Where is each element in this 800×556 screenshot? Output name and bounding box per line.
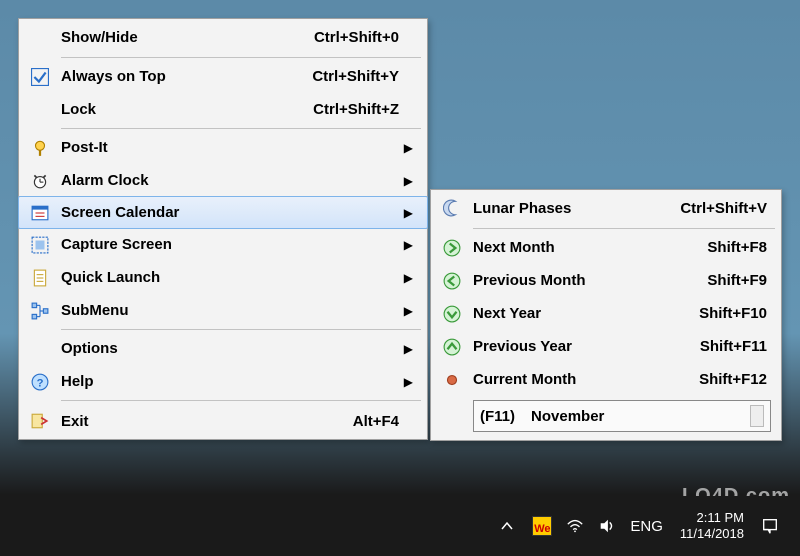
month-selector[interactable]: (F11) November (473, 400, 771, 432)
arrow-left-icon (431, 272, 473, 290)
svg-text:?: ? (37, 377, 44, 389)
menu-item-alarm-clock[interactable]: Alarm Clock ▶ (19, 164, 427, 197)
menu-label: Exit (61, 413, 333, 430)
menu-item-post-it[interactable]: Post-It ▶ (19, 131, 427, 164)
menu-item-capture-screen[interactable]: Capture Screen ▶ (19, 228, 427, 261)
menu-label: Next Year (473, 305, 679, 322)
menu-item-submenu[interactable]: SubMenu ▶ (19, 294, 427, 327)
tray-app-icon[interactable]: We (532, 516, 552, 536)
menu-item-options[interactable]: Options ▶ (19, 332, 427, 365)
taskbar-date: 11/14/2018 (680, 526, 744, 542)
submenu-arrow-icon: ▶ (399, 141, 413, 155)
calendar-icon (19, 204, 61, 222)
menu-shortcut: Ctrl+Shift+Z (313, 101, 399, 118)
tree-icon (19, 302, 61, 320)
screen-calendar-submenu: Lunar Phases Ctrl+Shift+V Next Month Shi… (430, 189, 782, 441)
dot-icon (431, 371, 473, 389)
volume-icon[interactable] (598, 517, 616, 535)
month-selector-key: (F11) (480, 408, 515, 425)
menu-label: Lunar Phases (473, 200, 660, 217)
submenu-item-previous-year[interactable]: Previous Year Shift+F11 (431, 330, 781, 363)
submenu-arrow-icon: ▶ (399, 206, 413, 220)
exit-icon (19, 412, 61, 430)
menu-item-quick-launch[interactable]: Quick Launch ▶ (19, 261, 427, 294)
tray-context-menu: Show/Hide Ctrl+Shift+0 Always on Top Ctr… (18, 18, 428, 440)
pin-icon (19, 139, 61, 157)
arrow-down-icon (431, 305, 473, 323)
menu-label: Current Month (473, 371, 679, 388)
menu-label: SubMenu (61, 302, 399, 319)
checkmark-icon (19, 68, 61, 86)
menu-label: Next Month (473, 239, 687, 256)
menu-label: Options (61, 340, 399, 357)
menu-shortcut: Alt+F4 (353, 413, 399, 430)
submenu-item-previous-month[interactable]: Previous Month Shift+F9 (431, 264, 781, 297)
menu-shortcut: Ctrl+Shift+V (680, 200, 767, 217)
submenu-arrow-icon: ▶ (399, 174, 413, 188)
submenu-arrow-icon: ▶ (399, 375, 413, 389)
submenu-item-next-year[interactable]: Next Year Shift+F10 (431, 297, 781, 330)
menu-item-lock[interactable]: Lock Ctrl+Shift+Z (19, 93, 427, 126)
menu-item-always-on-top[interactable]: Always on Top Ctrl+Shift+Y (19, 60, 427, 93)
menu-label: Alarm Clock (61, 172, 399, 189)
menu-shortcut: Shift+F8 (707, 239, 767, 256)
submenu-arrow-icon: ▶ (399, 271, 413, 285)
we-icon: We (532, 516, 552, 536)
tray-overflow-button[interactable] (499, 518, 515, 534)
submenu-item-next-month[interactable]: Next Month Shift+F8 (431, 231, 781, 264)
menu-shortcut: Shift+F9 (707, 272, 767, 289)
menu-item-show-hide[interactable]: Show/Hide Ctrl+Shift+0 (19, 19, 427, 55)
menu-label: Lock (61, 101, 293, 118)
menu-label: Quick Launch (61, 269, 399, 286)
arrow-up-icon (431, 338, 473, 356)
menu-label: Help (61, 373, 399, 390)
menu-label: Capture Screen (61, 236, 399, 253)
alarm-clock-icon (19, 172, 61, 190)
menu-shortcut: Ctrl+Shift+Y (312, 68, 399, 85)
month-selector-handle[interactable] (750, 405, 764, 427)
menu-item-exit[interactable]: Exit Alt+F4 (19, 403, 427, 439)
help-icon: ? (19, 373, 61, 391)
menu-label: Screen Calendar (61, 204, 399, 221)
menu-item-help[interactable]: ? Help ▶ (19, 365, 427, 398)
menu-shortcut: Shift+F11 (700, 338, 767, 355)
menu-label: Previous Month (473, 272, 687, 289)
action-center-icon[interactable] (761, 517, 779, 535)
menu-item-screen-calendar[interactable]: Screen Calendar ▶ (18, 196, 428, 229)
menu-separator (473, 228, 775, 229)
moon-icon (431, 199, 473, 217)
language-indicator[interactable]: ENG (630, 518, 663, 535)
menu-shortcut: Ctrl+Shift+0 (314, 29, 399, 46)
menu-label: Always on Top (61, 68, 292, 85)
network-icon[interactable] (566, 517, 584, 535)
menu-label: Previous Year (473, 338, 680, 355)
submenu-item-current-month[interactable]: Current Month Shift+F12 (431, 363, 781, 396)
menu-label: Post-It (61, 139, 399, 156)
taskbar-clock[interactable]: 2:11 PM 11/14/2018 (680, 510, 744, 541)
month-selector-value: November (531, 408, 604, 425)
menu-separator (61, 329, 421, 330)
submenu-arrow-icon: ▶ (399, 304, 413, 318)
menu-shortcut: Shift+F12 (699, 371, 767, 388)
menu-label: Show/Hide (61, 29, 294, 46)
capture-icon (19, 236, 61, 254)
menu-shortcut: Shift+F10 (699, 305, 767, 322)
menu-separator (61, 128, 421, 129)
arrow-right-icon (431, 239, 473, 257)
document-icon (19, 269, 61, 287)
taskbar: We ENG 2:11 PM 11/14/2018 (0, 496, 800, 556)
menu-separator (61, 57, 421, 58)
taskbar-time: 2:11 PM (680, 510, 744, 526)
submenu-arrow-icon: ▶ (399, 238, 413, 252)
submenu-arrow-icon: ▶ (399, 342, 413, 356)
submenu-item-lunar-phases[interactable]: Lunar Phases Ctrl+Shift+V (431, 190, 781, 226)
menu-separator (61, 400, 421, 401)
